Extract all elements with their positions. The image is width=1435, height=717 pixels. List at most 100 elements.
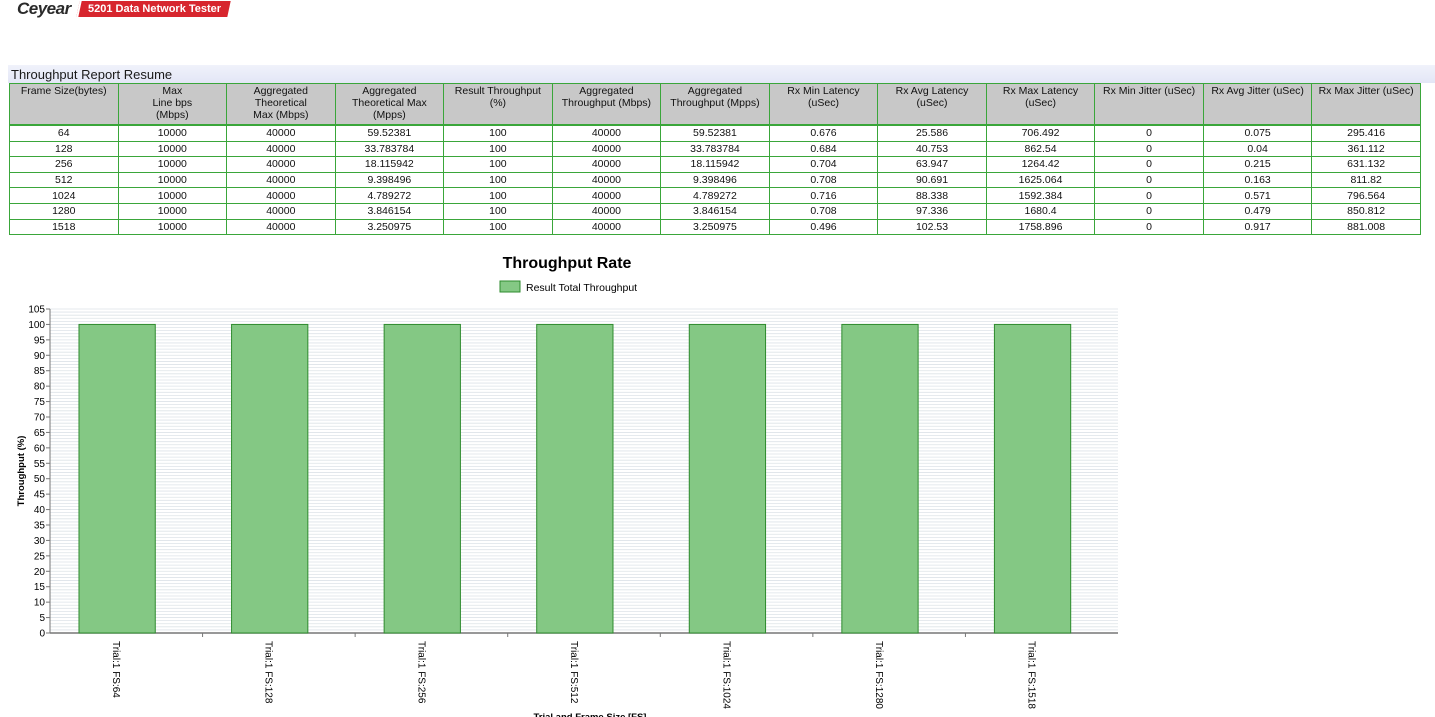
column-header-line: Aggregated: [579, 85, 634, 97]
y-tick-label: 0: [39, 629, 45, 640]
bar: [231, 323, 309, 634]
table-cell: 40000: [551, 140, 662, 158]
brand-logo: Ceyear: [17, 0, 71, 18]
column-header: Aggregated Theoretical Max (Mpps): [334, 83, 445, 126]
column-header-line: (uSec): [1025, 97, 1057, 109]
y-tick-label: 75: [34, 397, 46, 408]
column-header-line: (Mpps): [373, 109, 406, 121]
table-row: 64 10000 40000 59.52381 100 40000 59.52381 0.67…: [9, 123, 1421, 142]
table-cell: 1592.384: [985, 187, 1096, 204]
table-cell: 512: [9, 171, 119, 189]
table-cell: 40000: [226, 140, 336, 158]
table-cell: 100: [443, 187, 553, 204]
column-header-line: Rx Max Latency: [1002, 85, 1079, 97]
table-cell: 631.132: [1311, 156, 1421, 173]
table-cell: 40000: [551, 218, 662, 236]
table-cell: 9.398496: [334, 171, 445, 189]
column-header-line: (uSec): [808, 97, 839, 109]
table-cell: 0.704: [768, 156, 879, 173]
table-cell: 100: [443, 171, 553, 189]
table-cell: 361.112: [1311, 140, 1421, 158]
table-cell: 0: [1094, 187, 1204, 204]
column-header: Frame Size(bytes): [9, 83, 119, 126]
table-cell: 0.708: [768, 202, 879, 220]
table-cell: 10000: [117, 187, 228, 204]
table-cell: 90.691: [877, 171, 987, 189]
product-name: 5201 Data Network Tester: [88, 3, 222, 15]
table-cell: 128: [9, 140, 119, 158]
table-cell: 40000: [226, 123, 336, 142]
column-header-line: Rx Max Jitter (uSec): [1318, 85, 1414, 97]
x-tick-label: Trial:1 FS:512: [568, 641, 579, 704]
column-header: Rx Max Jitter (uSec): [1311, 83, 1421, 126]
y-tick-label: 40: [34, 505, 46, 516]
table-cell: 3.846154: [660, 202, 770, 220]
table-cell: 25.586: [877, 123, 987, 142]
column-header: Aggregated Throughput (Mbps): [551, 83, 662, 126]
column-header-line: (Mbps): [155, 109, 189, 121]
table-cell: 40000: [551, 123, 662, 142]
table-cell: 0.571: [1202, 187, 1313, 204]
table-cell: 59.52381: [334, 123, 445, 142]
table-cell: 0.917: [1202, 218, 1313, 236]
table-cell: 0.479: [1202, 202, 1313, 220]
y-tick-label: 45: [34, 490, 46, 501]
y-tick-label: 80: [34, 382, 46, 393]
y-tick-label: 95: [34, 335, 46, 346]
table-row: 128 10000 40000 33.783784 100 40000 33.783784 0…: [9, 140, 1421, 158]
table-cell: 1680.4: [985, 202, 1096, 220]
table-cell: 40000: [226, 218, 336, 236]
table-cell: 0: [1094, 156, 1204, 173]
y-tick-label: 65: [34, 428, 46, 439]
table-cell: 0: [1094, 218, 1204, 236]
table-cell: 0.684: [768, 140, 879, 158]
table-row: 1280 10000 40000 3.846154 100 40000 3.846154 0.…: [9, 202, 1421, 220]
column-header-line: Rx Min Jitter (uSec): [1102, 85, 1196, 97]
table-cell: 40000: [551, 171, 662, 189]
table-cell: 1625.064: [985, 171, 1096, 189]
table-row: 512 10000 40000 9.398496 100 40000 9.398496 0.7…: [9, 171, 1421, 189]
legend-label: Result Total Throughput: [526, 282, 637, 294]
column-header-line: Rx Avg Jitter (uSec): [1211, 85, 1304, 97]
table-cell: 10000: [117, 156, 228, 173]
bar: [993, 323, 1072, 634]
y-tick-label: 100: [28, 320, 45, 331]
column-header-line: Result Throughput (%): [454, 85, 541, 109]
table-cell: 10000: [117, 140, 228, 158]
y-tick-label: 55: [34, 459, 46, 470]
table-cell: 40000: [226, 156, 336, 173]
x-tick-label: Trial:1 FS:128: [263, 641, 274, 704]
table-cell: 0.708: [768, 171, 879, 189]
y-tick-label: 105: [28, 305, 45, 316]
y-axis-label: Throughput (%): [16, 436, 27, 507]
throughput-results-table: Frame Size(bytes) Max Line bps (Mbps) Aggreg…: [9, 83, 1421, 236]
y-tick-label: 5: [39, 613, 45, 624]
column-header-line: (uSec): [916, 97, 948, 109]
table-cell: 100: [443, 156, 553, 173]
column-header-line: Theoretical: [254, 97, 307, 109]
table-cell: 18.115942: [334, 156, 445, 173]
table-cell: 64: [9, 123, 119, 142]
x-tick-label: Trial:1 FS:1280: [873, 641, 884, 709]
table-cell: 97.336: [877, 202, 987, 220]
table-cell: 40000: [226, 171, 336, 189]
table-cell: 862.54: [985, 140, 1096, 158]
y-tick-label: 85: [34, 366, 46, 377]
y-tick-label: 35: [34, 521, 46, 532]
column-header-line: Aggregated: [687, 85, 743, 97]
app-header: Ceyear 5201 Data Network Tester: [0, 0, 1435, 22]
table-cell: 59.52381: [660, 123, 770, 142]
table-cell: 1280: [9, 202, 119, 220]
column-header-line: Rx Min Latency: [787, 85, 860, 97]
column-header-line: Aggregated: [362, 85, 417, 97]
column-header: Aggregated Throughput (Mpps): [660, 83, 770, 126]
column-header-line: Max: [162, 85, 183, 97]
y-tick-label: 90: [34, 351, 46, 362]
table-cell: 881.008: [1311, 218, 1421, 236]
y-tick-label: 30: [34, 536, 46, 547]
table-cell: 100: [443, 218, 553, 236]
table-cell: 10000: [117, 202, 228, 220]
table-cell: 10000: [117, 123, 228, 142]
bar: [536, 323, 614, 634]
table-cell: 102.53: [877, 218, 987, 236]
